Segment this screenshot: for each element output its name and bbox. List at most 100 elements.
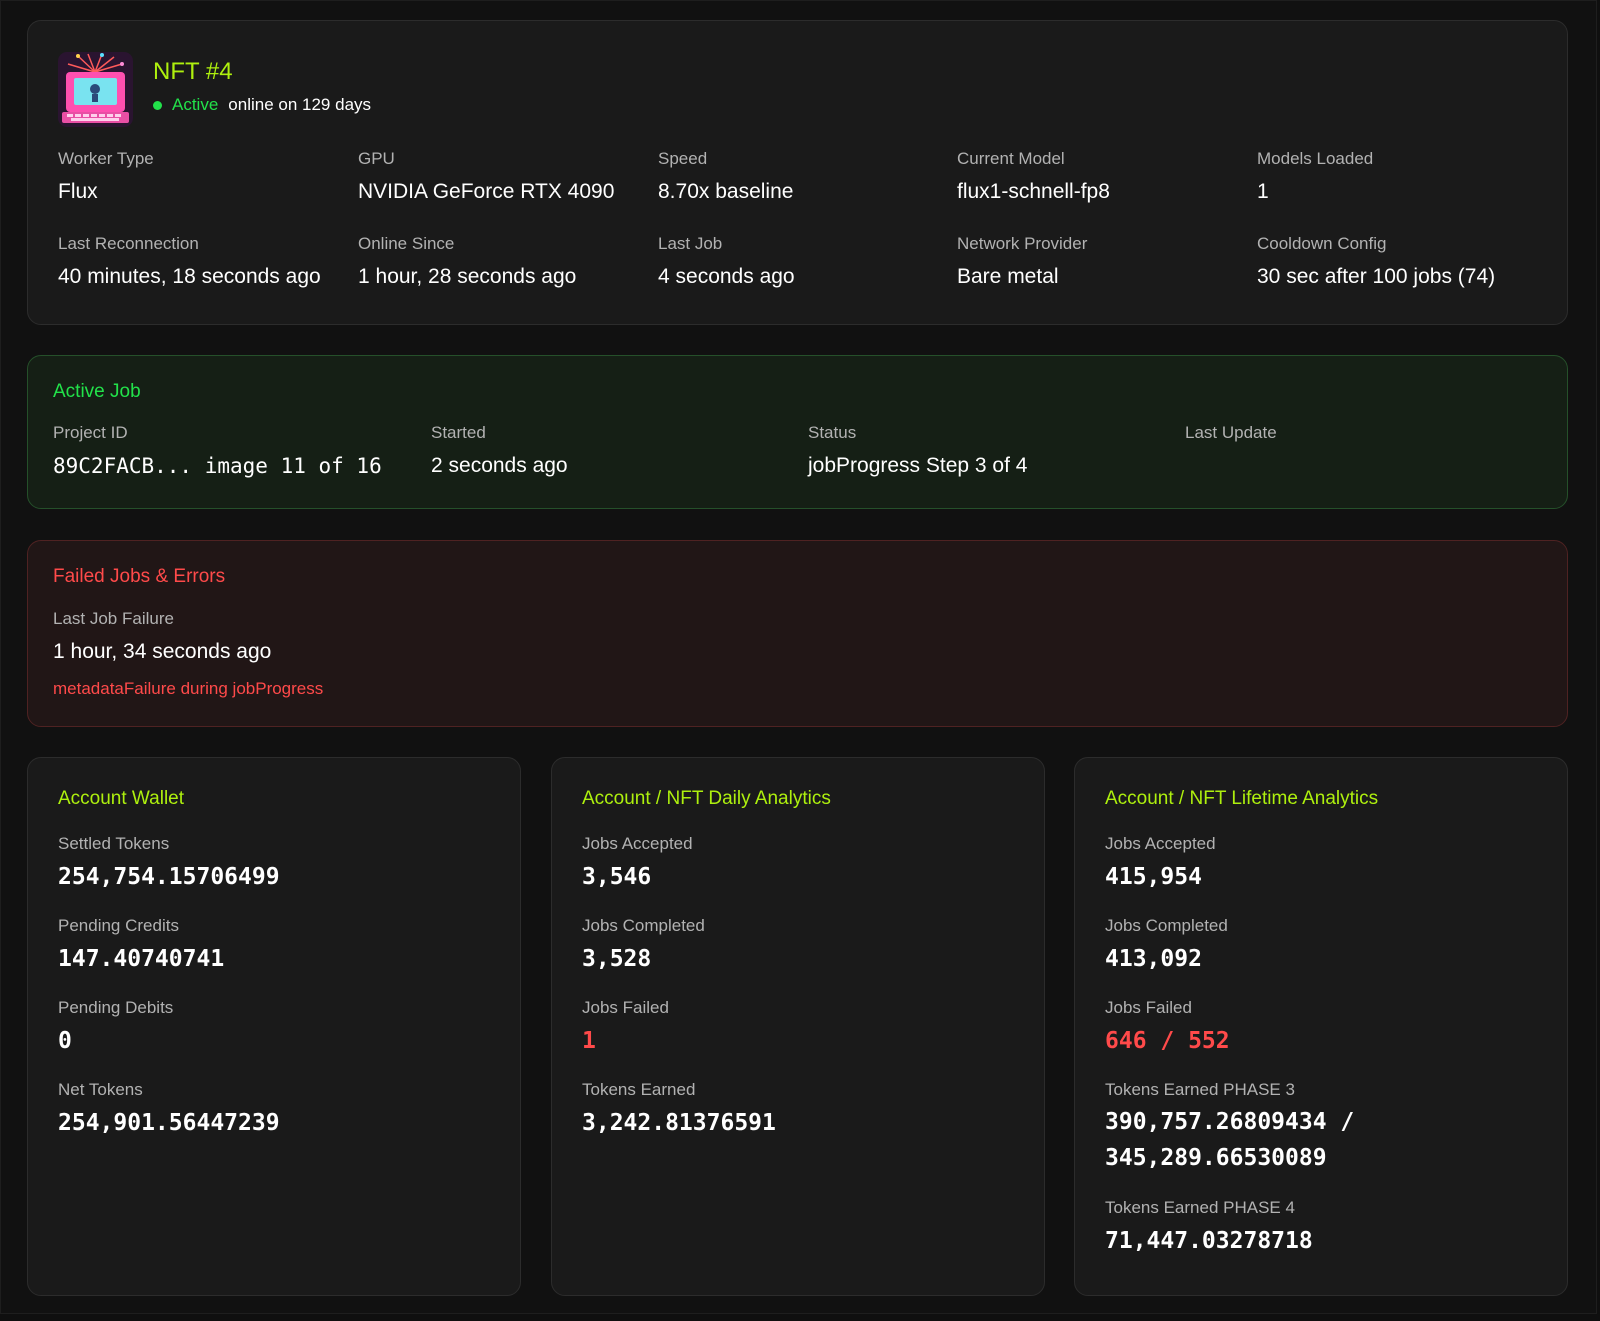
field-worker-type: Worker Type Flux	[58, 149, 154, 204]
daily-analytics-title: Account / NFT Daily Analytics	[582, 788, 831, 809]
field-value: NVIDIA GeForce RTX 4090	[358, 180, 615, 203]
stat-pending-credits: Pending Credits 147.40740741	[58, 916, 498, 998]
stat-jobs-accepted: Jobs Accepted 415,954	[1105, 834, 1545, 916]
stat-jobs-completed: Jobs Completed 413,092	[1105, 916, 1545, 998]
status-line: Active online on 129 days	[153, 95, 371, 115]
field-value: 8.70x baseline	[658, 180, 794, 203]
field-label: Speed	[658, 149, 708, 168]
failed-jobs-title: Failed Jobs & Errors	[53, 566, 226, 587]
field-online-since: Online Since 1 hour, 28 seconds ago	[358, 234, 576, 289]
field-label: Models Loaded	[1257, 149, 1374, 168]
field-models-loaded: Models Loaded 1	[1257, 149, 1373, 204]
field-gpu: GPU NVIDIA GeForce RTX 4090	[358, 149, 614, 204]
stat-label: Pending Credits	[58, 916, 179, 935]
worker-info-card: NFT #4 Active online on 129 days Worker …	[27, 20, 1568, 325]
stat-value: 415,954	[1105, 864, 1202, 890]
retro-computer-icon	[58, 52, 133, 127]
stat-label: Jobs Completed	[582, 916, 705, 935]
stat-jobs-failed: Jobs Failed 1	[582, 998, 1022, 1080]
field-last-job: Last Job 4 seconds ago	[658, 234, 795, 289]
status-badge: Active	[172, 95, 219, 114]
stat-label: Tokens Earned PHASE 3	[1105, 1080, 1295, 1099]
stat-value: 413,092	[1105, 946, 1202, 972]
stat-label: Pending Debits	[58, 998, 174, 1017]
field-project-id: Project ID 89C2FACB... image 11 of 16	[53, 423, 382, 478]
stat-label: Jobs Completed	[1105, 916, 1228, 935]
field-label: Last Reconnection	[58, 234, 199, 253]
lifetime-analytics-card: Account / NFT Lifetime Analytics Jobs Ac…	[1074, 757, 1568, 1296]
wallet-title: Account Wallet	[58, 788, 185, 809]
stat-value: 0	[58, 1028, 72, 1054]
field-label: Current Model	[957, 149, 1065, 168]
uptime-text: online on 129 days	[228, 95, 372, 114]
field-value: 1 hour, 34 seconds ago	[53, 640, 272, 663]
stat-value: 1	[582, 1028, 596, 1054]
field-last-update: Last Update	[1185, 423, 1277, 443]
stat-tokens-earned-phase-3: Tokens Earned PHASE 3 390,757.26809434 /…	[1105, 1080, 1545, 1198]
stat-jobs-accepted: Jobs Accepted 3,546	[582, 834, 1022, 916]
status-dot-icon	[153, 100, 162, 110]
field-label: Cooldown Config	[1257, 234, 1387, 253]
stat-label: Net Tokens	[58, 1080, 143, 1099]
field-speed: Speed 8.70x baseline	[658, 149, 793, 204]
field-value: Flux	[58, 180, 98, 203]
nft-avatar-image	[58, 52, 133, 127]
field-label: Status	[808, 423, 857, 442]
stat-value: 646 / 552	[1105, 1028, 1230, 1054]
field-value: 2 seconds ago	[431, 454, 568, 477]
error-message: metadataFailure during jobProgress	[53, 679, 324, 698]
daily-analytics-card: Account / NFT Daily Analytics Jobs Accep…	[551, 757, 1045, 1296]
stat-label: Settled Tokens	[58, 834, 170, 853]
active-job-title: Active Job	[53, 381, 141, 402]
account-wallet-card: Account Wallet Settled Tokens 254,754.15…	[27, 757, 521, 1296]
daily-stats: Jobs Accepted 3,546 Jobs Completed 3,528…	[582, 834, 1022, 1162]
stat-label: Jobs Failed	[582, 998, 669, 1017]
field-value: flux1-schnell-fp8	[957, 180, 1110, 203]
field-value: Bare metal	[957, 265, 1059, 288]
active-job-card: Active Job Project ID 89C2FACB... image …	[27, 355, 1568, 509]
field-value: jobProgress Step 3 of 4	[808, 454, 1028, 477]
stat-value: 3,546	[582, 864, 652, 890]
lifetime-stats: Jobs Accepted 415,954 Jobs Completed 413…	[1105, 834, 1545, 1280]
stat-tokens-earned: Tokens Earned 3,242.81376591	[582, 1080, 1022, 1162]
stat-settled-tokens: Settled Tokens 254,754.15706499	[58, 834, 498, 916]
field-value: 1	[1257, 180, 1269, 203]
stat-value: 390,757.26809434 / 345,289.66530089	[1105, 1109, 1355, 1171]
field-value: 1 hour, 28 seconds ago	[358, 265, 577, 288]
field-value: 4 seconds ago	[658, 265, 795, 288]
field-label: Last Job	[658, 234, 723, 253]
field-label: Last Update	[1185, 423, 1277, 442]
field-label: Online Since	[358, 234, 455, 253]
failed-jobs-card: Failed Jobs & Errors Last Job Failure 1 …	[27, 540, 1568, 727]
stat-jobs-failed: Jobs Failed 646 / 552	[1105, 998, 1545, 1080]
field-network-provider: Network Provider Bare metal	[957, 234, 1087, 289]
stat-value: 3,528	[582, 946, 652, 972]
stat-value: 71,447.03278718	[1105, 1228, 1313, 1254]
stat-label: Jobs Accepted	[582, 834, 693, 853]
stat-jobs-completed: Jobs Completed 3,528	[582, 916, 1022, 998]
field-value: 30 sec after 100 jobs (74)	[1257, 265, 1496, 288]
field-current-model: Current Model flux1-schnell-fp8	[957, 149, 1110, 204]
stat-label: Jobs Failed	[1105, 998, 1192, 1017]
field-status: Status jobProgress Step 3 of 4	[808, 423, 1027, 478]
stat-value: 3,242.81376591	[582, 1110, 776, 1136]
field-last-job-failure: Last Job Failure 1 hour, 34 seconds ago	[53, 609, 271, 664]
stat-net-tokens: Net Tokens 254,901.56447239	[58, 1080, 498, 1162]
project-id-value: 89C2FACB... image 11 of 16	[53, 454, 382, 478]
stat-label: Tokens Earned	[582, 1080, 696, 1099]
stat-pending-debits: Pending Debits 0	[58, 998, 498, 1080]
nft-title: NFT #4	[153, 58, 233, 85]
lifetime-analytics-title: Account / NFT Lifetime Analytics	[1105, 788, 1379, 809]
field-label: Network Provider	[957, 234, 1088, 253]
field-label: GPU	[358, 149, 395, 168]
field-last-reconnection: Last Reconnection 40 minutes, 18 seconds…	[58, 234, 321, 289]
field-label: Worker Type	[58, 149, 154, 168]
field-value: 40 minutes, 18 seconds ago	[58, 265, 321, 288]
field-label: Last Job Failure	[53, 609, 174, 628]
stat-value: 254,901.56447239	[58, 1110, 280, 1136]
field-started: Started 2 seconds ago	[431, 423, 568, 478]
stat-label: Jobs Accepted	[1105, 834, 1216, 853]
wallet-stats: Settled Tokens 254,754.15706499 Pending …	[58, 834, 498, 1162]
stat-tokens-earned-phase-4: Tokens Earned PHASE 4 71,447.03278718	[1105, 1198, 1545, 1280]
stat-value: 147.40740741	[58, 946, 225, 972]
